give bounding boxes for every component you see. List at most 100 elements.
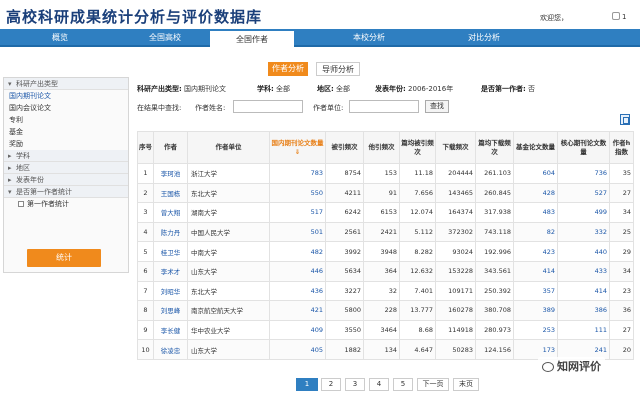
author-name-label: 作者姓名: xyxy=(195,104,226,112)
cell-cited: 5800 xyxy=(325,300,364,321)
author-name-input[interactable] xyxy=(233,100,303,113)
author-unit-input[interactable] xyxy=(349,100,419,113)
cell-avg-downloads: 743.118 xyxy=(475,221,514,243)
cell-fund-papers[interactable]: 414 xyxy=(513,260,558,282)
cell-core-papers[interactable]: 527 xyxy=(557,182,610,204)
tab-overview[interactable]: 概览 xyxy=(0,29,120,47)
cell-paper-count[interactable]: 409 xyxy=(269,319,326,341)
cell-core-papers[interactable]: 414 xyxy=(557,280,610,302)
tab-comparison[interactable]: 对比分析 xyxy=(444,29,524,47)
col-header-fund-papers[interactable]: 基金论文数量 xyxy=(513,131,558,164)
cell-cited: 2561 xyxy=(325,221,364,243)
col-header-paper-count[interactable]: 国内期刊论文数量⇓ xyxy=(269,131,326,164)
cell-paper-count[interactable]: 436 xyxy=(269,280,326,302)
cell-author[interactable]: 曾大翔 xyxy=(153,202,188,223)
cell-core-papers[interactable]: 440 xyxy=(557,241,610,262)
tab-national-universities[interactable]: 全国高校 xyxy=(120,29,210,47)
cell-author[interactable]: 刘思峰 xyxy=(153,300,188,321)
cell-paper-count[interactable]: 517 xyxy=(269,202,326,223)
cell-unit: 中南大学 xyxy=(187,241,270,262)
cell-author[interactable]: 刘昭华 xyxy=(153,280,188,302)
cell-author[interactable]: 徐凌忠 xyxy=(153,339,188,360)
cell-avg-downloads: 343.561 xyxy=(475,260,514,282)
cell-unit: 东北大学 xyxy=(187,280,270,302)
cell-avg-downloads: 124.156 xyxy=(475,339,514,360)
table-row: 8 刘思峰 南京航空航天大学 421 5800 228 13.777 160278 380.70… xyxy=(137,300,634,321)
cell-author[interactable]: 桂卫华 xyxy=(153,241,188,262)
first-author-checkbox[interactable]: 第一作者统计 xyxy=(4,198,128,210)
cell-author[interactable]: 李长健 xyxy=(153,319,188,341)
table-row: 9 李长健 华中农业大学 409 3550 3464 8.68 114918 280.973 25… xyxy=(137,319,634,341)
cell-fund-papers[interactable]: 357 xyxy=(513,280,558,302)
col-header-h-index[interactable]: 作者h指数 xyxy=(609,131,634,164)
cell-paper-count[interactable]: 482 xyxy=(269,241,326,262)
cell-core-papers[interactable]: 736 xyxy=(557,163,610,184)
sidebar-item-domestic-conference[interactable]: 国内会议论文 xyxy=(4,102,128,114)
cell-author[interactable]: 李珂池 xyxy=(153,163,188,184)
cell-index: 9 xyxy=(137,319,154,341)
user-name[interactable]: 1 xyxy=(622,13,626,21)
export-excel-icon[interactable] xyxy=(620,114,630,125)
checkbox-icon[interactable] xyxy=(18,201,24,207)
cell-fund-papers[interactable]: 428 xyxy=(513,182,558,204)
settings-icon[interactable] xyxy=(612,12,620,20)
cell-fund-papers[interactable]: 483 xyxy=(513,202,558,223)
tab-national-authors[interactable]: 全国作者 xyxy=(210,29,294,47)
tab-advisor-analysis[interactable]: 导师分析 xyxy=(316,62,360,76)
cell-paper-count[interactable]: 421 xyxy=(269,300,326,321)
page-1-button[interactable]: 1 xyxy=(296,378,318,391)
cell-fund-papers[interactable]: 82 xyxy=(513,221,558,243)
tab-school-analysis[interactable]: 本校分析 xyxy=(294,29,444,47)
page-3-button[interactable]: 3 xyxy=(345,378,365,391)
sidebar-item-patent[interactable]: 专利 xyxy=(4,114,128,126)
cell-fund-papers[interactable]: 253 xyxy=(513,319,558,341)
cell-author[interactable]: 李术才 xyxy=(153,260,188,282)
col-header-core-papers[interactable]: 核心期刊论文数量 xyxy=(557,131,610,164)
cell-author[interactable]: 陈力丹 xyxy=(153,221,188,243)
cell-unit: 东北大学 xyxy=(187,182,270,204)
cell-fund-papers[interactable]: 604 xyxy=(513,163,558,184)
col-header-avg-downloads[interactable]: 篇均下载频次 xyxy=(475,131,514,164)
cell-fund-papers[interactable]: 389 xyxy=(513,300,558,321)
filter-year-value: 2006-2016年 xyxy=(408,85,454,93)
col-header-cited[interactable]: 被引频次 xyxy=(325,131,364,164)
col-header-other-cited[interactable]: 他引频次 xyxy=(363,131,400,164)
cell-author[interactable]: 王国栋 xyxy=(153,182,188,204)
search-button[interactable]: 查找 xyxy=(425,100,449,113)
cell-fund-papers[interactable]: 423 xyxy=(513,241,558,262)
sidebar-group-region[interactable]: ▸ 地区 xyxy=(4,162,128,174)
cell-paper-count[interactable]: 405 xyxy=(269,339,326,360)
sidebar-group-first-author[interactable]: ▾ 是否第一作者统计 xyxy=(4,186,128,198)
filter-first-author-label: 是否第一作者: xyxy=(481,85,526,93)
cell-unit: 南京航空航天大学 xyxy=(187,300,270,321)
cell-index: 8 xyxy=(137,300,154,321)
cell-paper-count[interactable]: 783 xyxy=(269,163,326,184)
cell-core-papers[interactable]: 332 xyxy=(557,221,610,243)
sidebar-item-fund[interactable]: 基金 xyxy=(4,126,128,138)
stat-button[interactable]: 统计 xyxy=(27,249,101,267)
next-page-button[interactable]: 下一页 xyxy=(417,378,449,391)
page-4-button[interactable]: 4 xyxy=(369,378,389,391)
page-2-button[interactable]: 2 xyxy=(321,378,341,391)
sidebar-group-output-type[interactable]: ▾ 科研产出类型 xyxy=(4,78,128,90)
cell-avg-downloads: 192.996 xyxy=(475,241,514,262)
sidebar-group-subject[interactable]: ▸ 学科 xyxy=(4,150,128,162)
page-5-button[interactable]: 5 xyxy=(393,378,413,391)
cell-core-papers[interactable]: 433 xyxy=(557,260,610,282)
cell-core-papers[interactable]: 499 xyxy=(557,202,610,223)
sidebar-item-domestic-journal[interactable]: 国内期刊论文 xyxy=(4,90,128,102)
cell-avg-cited: 11.18 xyxy=(399,163,436,184)
cell-core-papers[interactable]: 386 xyxy=(557,300,610,321)
col-header-downloads[interactable]: 下载频次 xyxy=(435,131,476,164)
cell-paper-count[interactable]: 550 xyxy=(269,182,326,204)
cell-paper-count[interactable]: 446 xyxy=(269,260,326,282)
col-header-avg-cited[interactable]: 篇均被引频次 xyxy=(399,131,436,164)
last-page-button[interactable]: 末页 xyxy=(453,378,479,391)
watermark: 知网评价 xyxy=(538,357,605,375)
caret-down-icon: ▾ xyxy=(8,188,12,196)
tab-author-analysis[interactable]: 作者分析 xyxy=(268,62,308,76)
cell-paper-count[interactable]: 501 xyxy=(269,221,326,243)
sidebar-item-award[interactable]: 奖励 xyxy=(4,138,128,150)
cell-core-papers[interactable]: 111 xyxy=(557,319,610,341)
sidebar-group-year[interactable]: ▸ 发表年份 xyxy=(4,174,128,186)
